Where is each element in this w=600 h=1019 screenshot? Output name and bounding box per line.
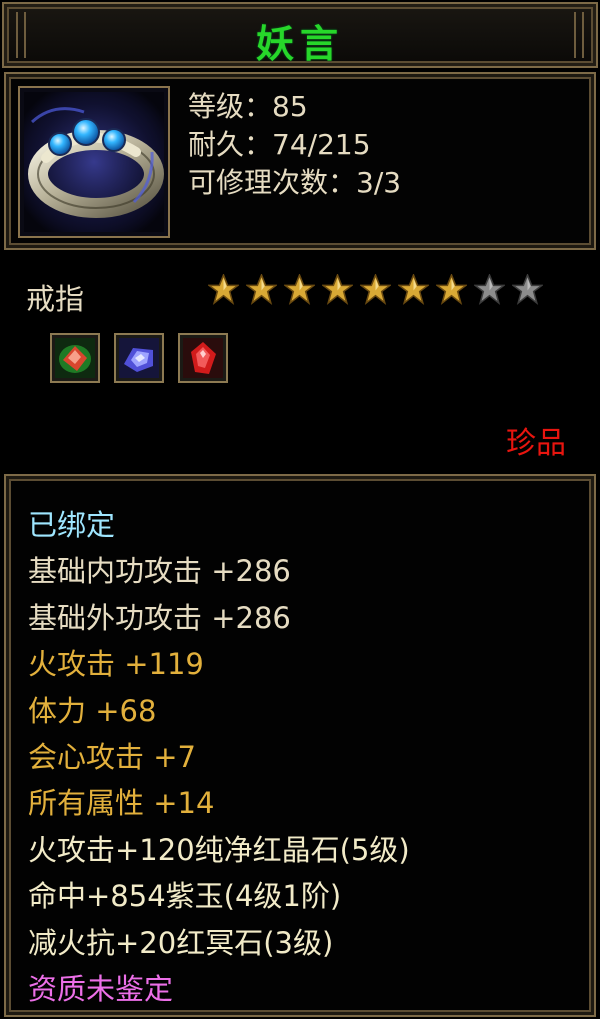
item-type: 戒指 — [26, 282, 85, 316]
socket-1[interactable] — [50, 333, 100, 383]
socket-2[interactable] — [114, 333, 164, 383]
star-filled-icon — [284, 274, 315, 305]
purple-gem-icon — [119, 338, 159, 378]
red-crystal-icon — [183, 338, 223, 378]
attribute-line: 所有属性 +14 — [28, 786, 215, 821]
item-header-panel: 等级：85 耐久：74/215 可修理次数：3/3 — [4, 72, 596, 250]
attribute-line: 基础外功攻击 +286 — [28, 600, 291, 635]
attribute-line: 会心攻击 +7 — [28, 740, 196, 775]
item-name: 妖言 — [255, 21, 344, 66]
item-icon-frame — [18, 86, 170, 238]
ring-icon — [24, 92, 164, 232]
level-stat: 等级：85 — [188, 90, 308, 123]
attribute-list: 已绑定基础内功攻击 +286 基础外功攻击 +286 火攻击 +119 体力 +68 会… — [28, 502, 410, 1012]
attribute-line: 火攻击+120纯净红晶石(5级) — [28, 832, 410, 867]
star-rating — [208, 274, 543, 305]
star-filled-icon — [208, 274, 239, 305]
star-empty-icon — [512, 274, 543, 305]
star-filled-icon — [436, 274, 467, 305]
attribute-line: 减火抗+20红冥石(3级) — [28, 925, 334, 960]
attribute-line: 基础内功攻击 +286 — [28, 554, 291, 589]
star-filled-icon — [398, 274, 429, 305]
red-gem-icon — [55, 338, 95, 378]
attribute-line: 火攻击 +119 — [28, 647, 204, 682]
item-stats: 等级：85 耐久：74/215 可修理次数：3/3 — [188, 88, 401, 202]
rarity-label: 珍品 — [506, 426, 566, 461]
attribute-line: 资质未鉴定 — [28, 972, 174, 1007]
star-empty-icon — [474, 274, 505, 305]
attribute-line: 已绑定 — [28, 508, 116, 542]
attributes-panel: 已绑定基础内功攻击 +286 基础外功攻击 +286 火攻击 +119 体力 +68 会… — [4, 474, 596, 1017]
star-filled-icon — [322, 274, 353, 305]
socket-3[interactable] — [178, 333, 228, 383]
socket-gems — [50, 333, 228, 383]
star-filled-icon — [360, 274, 391, 305]
attribute-line: 体力 +68 — [28, 693, 157, 728]
repair-count-stat: 可修理次数：3/3 — [188, 166, 402, 199]
durability-stat: 耐久：74/215 — [188, 128, 371, 161]
attribute-line: 命中+854紫玉(4级1阶) — [28, 879, 342, 914]
title-bar: 妖言 — [2, 2, 598, 68]
star-filled-icon — [246, 274, 277, 305]
